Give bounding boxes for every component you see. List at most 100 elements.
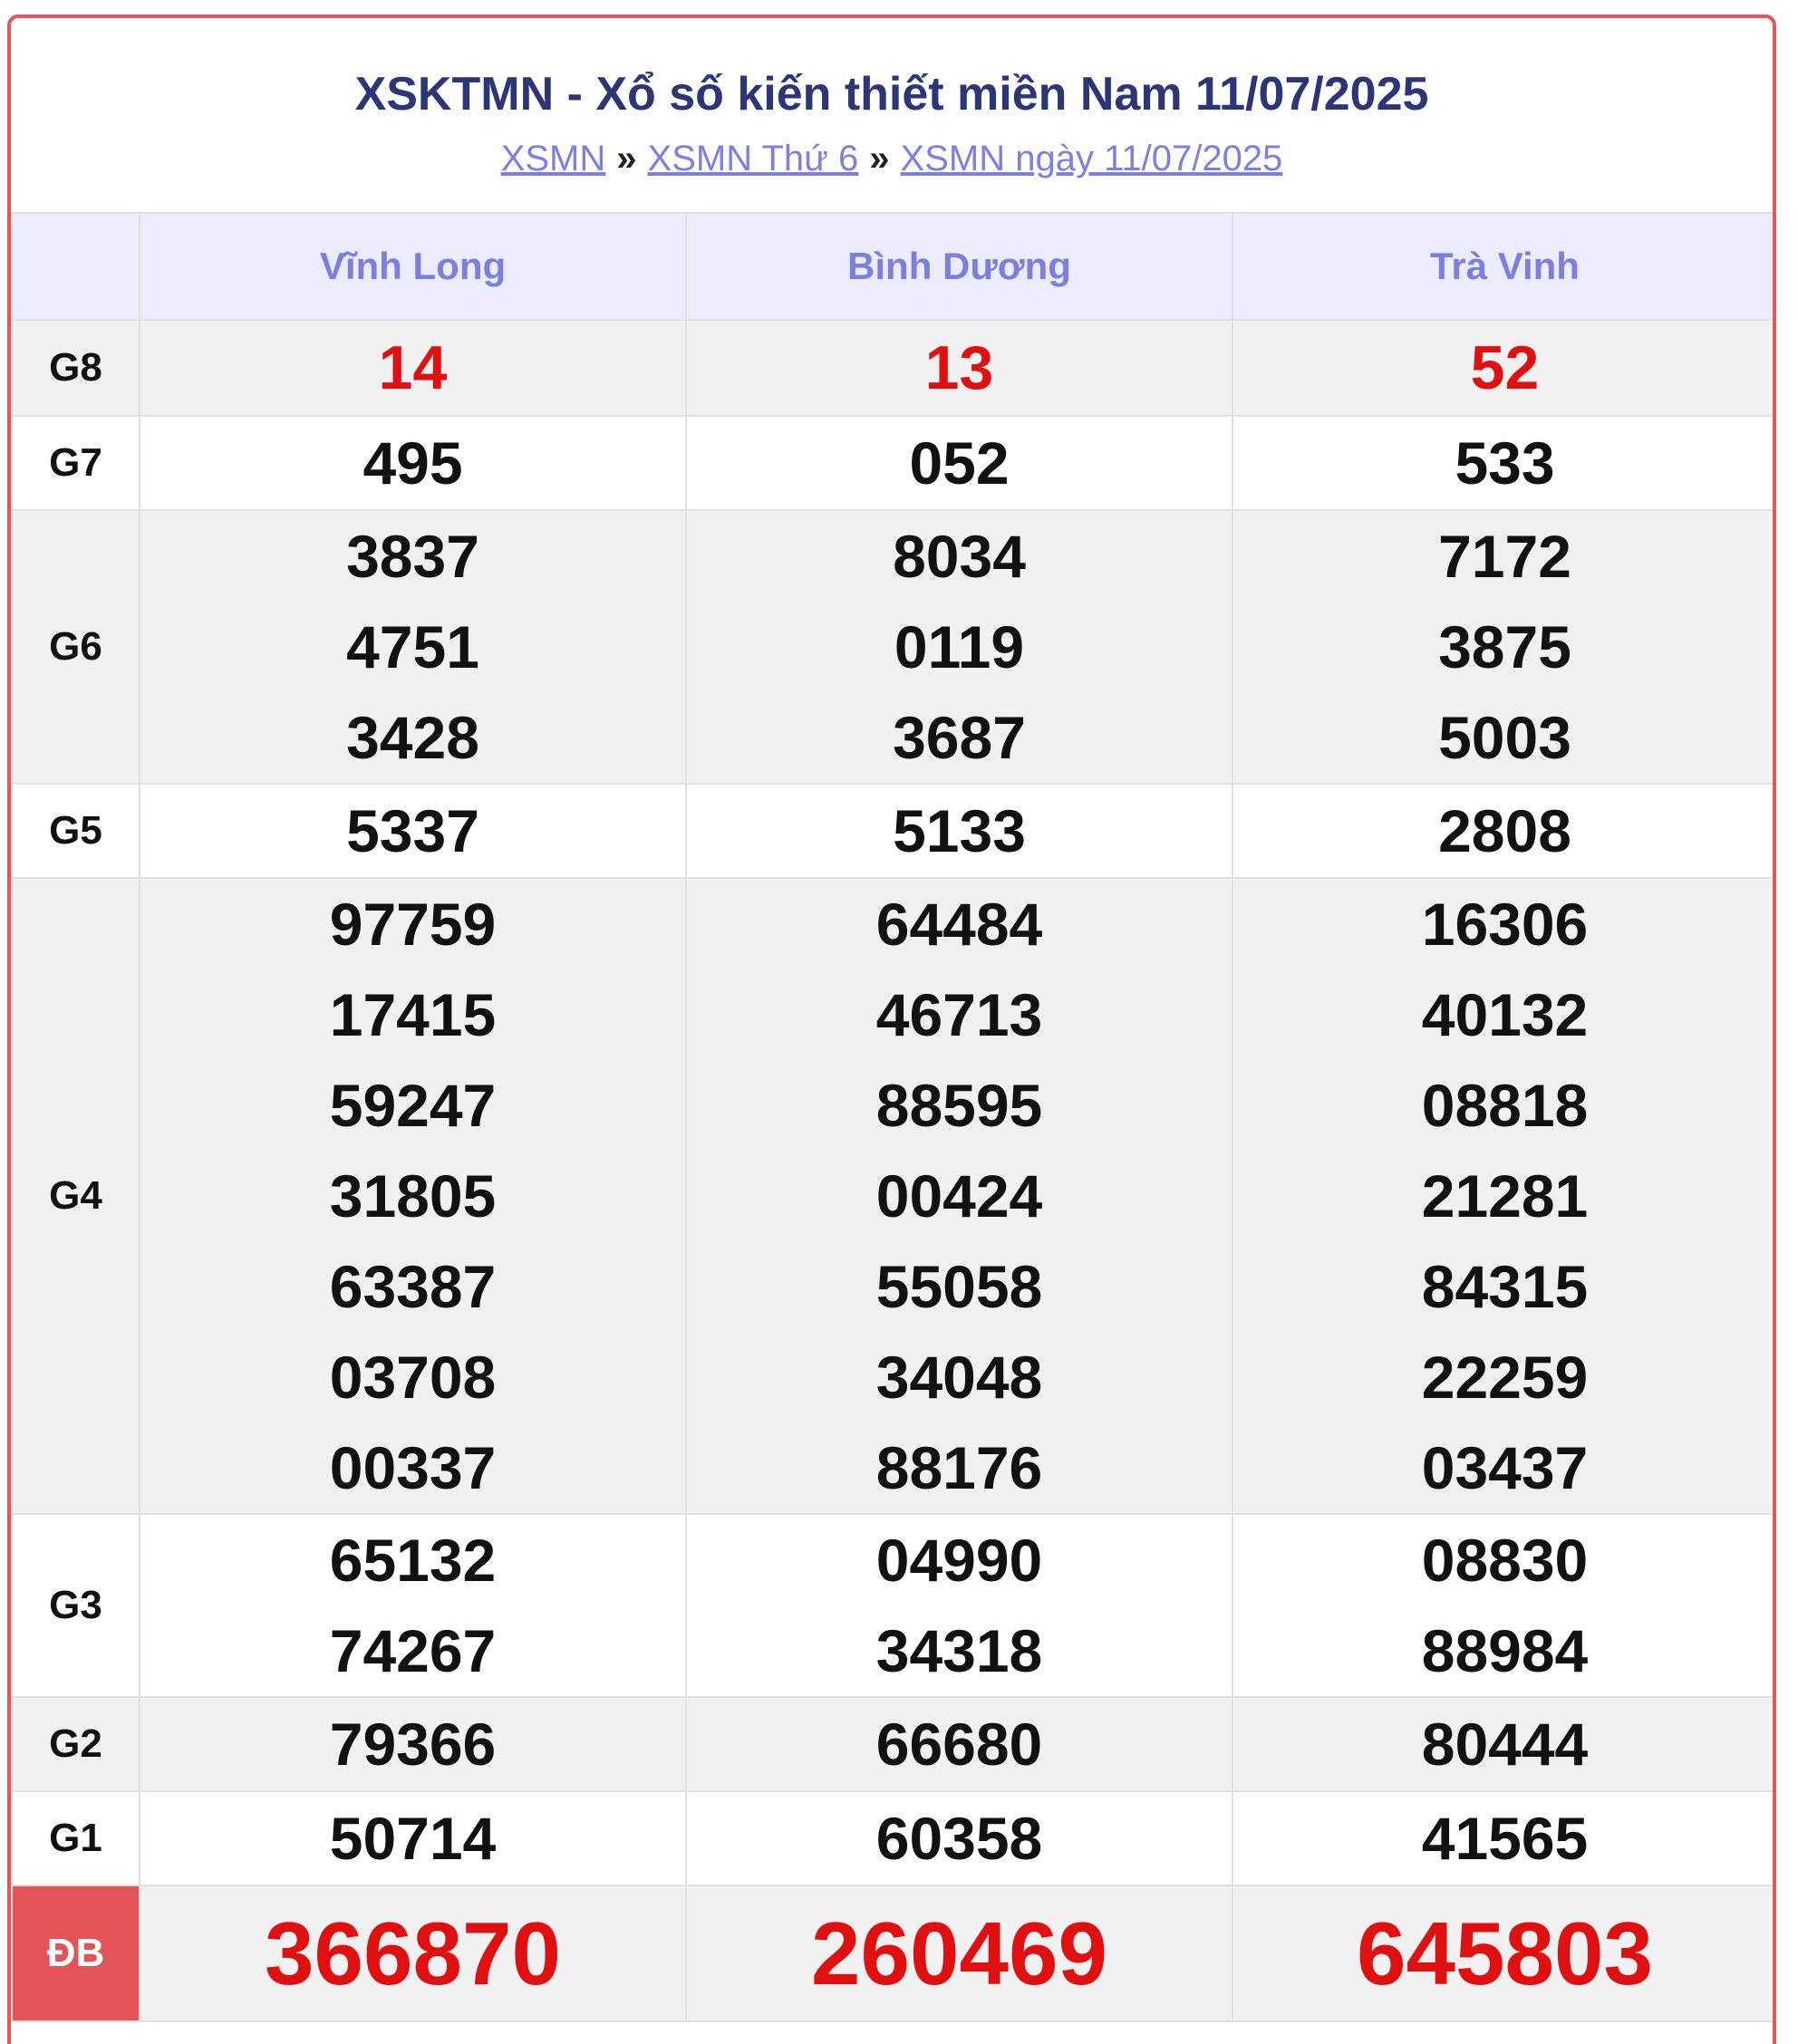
prize-number: 8034 — [893, 523, 1026, 590]
prize-number: 00424 — [875, 1162, 1043, 1229]
prize-number: 64484 — [875, 891, 1043, 958]
prize-number: 03437 — [1421, 1434, 1589, 1501]
province-header-binh-duong[interactable]: Bình Dương — [685, 212, 1233, 321]
prize-cell: 5133 — [685, 783, 1233, 879]
prize-number: 74267 — [329, 1617, 497, 1684]
results-body: G8 14 13 52 G7 495 052 533 G6 3837 4751 3428 8034 011… — [11, 319, 1773, 2022]
prize-cell: 60358 — [685, 1790, 1233, 1886]
prize-number: 65132 — [329, 1527, 497, 1594]
prize-number: 88595 — [875, 1072, 1043, 1139]
prize-cell: 052 — [685, 415, 1233, 511]
prize-number: 97759 — [329, 891, 497, 958]
prize-row-g2: G2 79366 66680 80444 — [11, 1696, 1773, 1792]
prize-number: 41565 — [1421, 1805, 1589, 1872]
prize-number: 34048 — [875, 1344, 1043, 1411]
prize-number: 59247 — [329, 1072, 497, 1139]
prize-number: 50714 — [329, 1805, 497, 1872]
prize-number: 08830 — [1421, 1527, 1589, 1594]
prize-number: 3687 — [893, 704, 1026, 771]
prize-label: G8 — [11, 319, 140, 417]
prize-number: 17415 — [329, 981, 497, 1048]
breadcrumb-link-xsmn[interactable]: XSMN — [501, 139, 606, 178]
prize-number: 63387 — [329, 1253, 497, 1320]
prize-number: 13 — [924, 333, 994, 402]
prize-number: 21281 — [1421, 1162, 1589, 1229]
prize-row-g4: G4 97759 17415 59247 31805 63387 03708 00337 644… — [11, 877, 1773, 1515]
prize-number: 16306 — [1421, 891, 1589, 958]
prize-number: 55058 — [875, 1253, 1043, 1320]
special-prize-number: 645803 — [1356, 1904, 1654, 2003]
prize-row-db: ĐB 366870 260469 645803 — [11, 1885, 1773, 2022]
province-header-vinh-long[interactable]: Vĩnh Long — [139, 212, 687, 321]
prize-label: G5 — [11, 783, 140, 879]
breadcrumb-link-xsmn-thu6[interactable]: XSMN Thứ 6 — [648, 139, 859, 178]
prize-number: 84315 — [1421, 1253, 1589, 1320]
prize-number: 40132 — [1421, 981, 1589, 1048]
prize-cell: 79366 — [139, 1696, 687, 1792]
prize-label: G1 — [11, 1790, 140, 1886]
prize-row-g5: G5 5337 5133 2808 — [11, 783, 1773, 879]
prize-number: 3837 — [346, 523, 479, 590]
prize-number: 495 — [362, 429, 463, 497]
prize-cell: 7172 3875 5003 — [1232, 509, 1773, 785]
prize-row-g7: G7 495 052 533 — [11, 415, 1773, 511]
prize-number: 52 — [1470, 333, 1540, 402]
prize-row-g6: G6 3837 4751 3428 8034 0119 3687 7172 3875 5003 — [11, 509, 1773, 785]
breadcrumb-link-xsmn-date[interactable]: XSMN ngày 11/07/2025 — [901, 139, 1283, 178]
prize-number: 4751 — [346, 613, 479, 680]
prize-number: 31805 — [329, 1162, 497, 1229]
prize-cell: 52 — [1232, 319, 1773, 417]
prize-cell: 04990 34318 — [685, 1513, 1233, 1698]
prize-cell: 14 — [139, 319, 687, 417]
prize-cell: 97759 17415 59247 31805 63387 03708 00337 — [139, 877, 687, 1515]
prize-cell: 80444 — [1232, 1696, 1773, 1792]
prize-row-g3: G3 65132 74267 04990 34318 08830 88984 — [11, 1513, 1773, 1698]
prize-number: 2808 — [1438, 797, 1571, 864]
breadcrumb-separator: » — [616, 139, 637, 178]
breadcrumb-separator: » — [869, 139, 890, 178]
prize-number: 22259 — [1421, 1344, 1589, 1411]
prize-number: 79366 — [329, 1711, 497, 1778]
prize-number: 3428 — [346, 704, 479, 771]
prize-cell: 8034 0119 3687 — [685, 509, 1233, 785]
prize-cell: 260469 — [685, 1885, 1233, 2022]
prize-column-header — [11, 212, 140, 321]
prize-cell: 3837 4751 3428 — [139, 509, 687, 785]
prize-cell: 495 — [139, 415, 687, 511]
results-table: Vĩnh Long Bình Dương Trà Vinh G8 14 13 52 G7… — [11, 212, 1773, 2022]
prize-number: 5337 — [346, 797, 479, 864]
prize-cell: 533 — [1232, 415, 1773, 511]
prize-cell: 645803 — [1232, 1885, 1773, 2022]
prize-cell: 50714 — [139, 1790, 687, 1886]
prize-number: 0119 — [894, 613, 1025, 680]
prize-number: 7172 — [1438, 523, 1571, 590]
special-prize-number: 366870 — [264, 1904, 562, 2003]
prize-cell: 41565 — [1232, 1790, 1773, 1886]
prize-label: G3 — [11, 1513, 140, 1698]
prize-number: 34318 — [875, 1617, 1043, 1684]
prize-label: G6 — [11, 509, 140, 785]
prize-number: 14 — [378, 333, 448, 402]
prize-number: 5003 — [1438, 704, 1571, 771]
prize-number: 052 — [909, 429, 1010, 497]
province-header-tra-vinh[interactable]: Trà Vinh — [1232, 212, 1773, 321]
prize-number: 66680 — [875, 1711, 1043, 1778]
prize-cell: 16306 40132 08818 21281 84315 22259 03437 — [1232, 877, 1773, 1515]
prize-number: 88984 — [1421, 1617, 1589, 1684]
prize-number: 46713 — [875, 981, 1043, 1048]
prize-number: 80444 — [1421, 1711, 1589, 1778]
prize-cell: 65132 74267 — [139, 1513, 687, 1698]
prize-cell: 08830 88984 — [1232, 1513, 1773, 1698]
prize-label: G2 — [11, 1696, 140, 1792]
prize-cell: 366870 — [139, 1885, 687, 2022]
prize-number: 5133 — [893, 797, 1026, 864]
prize-number: 3875 — [1438, 613, 1571, 680]
prize-number: 88176 — [875, 1434, 1043, 1501]
prize-cell: 13 — [685, 319, 1233, 417]
prize-number: 00337 — [329, 1434, 497, 1501]
prize-label: ĐB — [11, 1885, 140, 2022]
prize-label: G4 — [11, 877, 140, 1515]
page-title: XSKTMN - Xổ số kiến thiết miền Nam 11/07… — [354, 68, 1429, 121]
breadcrumb: XSMN » XSMN Thứ 6 » XSMN ngày 11/07/2025 — [11, 136, 1773, 181]
prize-number: 03708 — [329, 1344, 497, 1411]
